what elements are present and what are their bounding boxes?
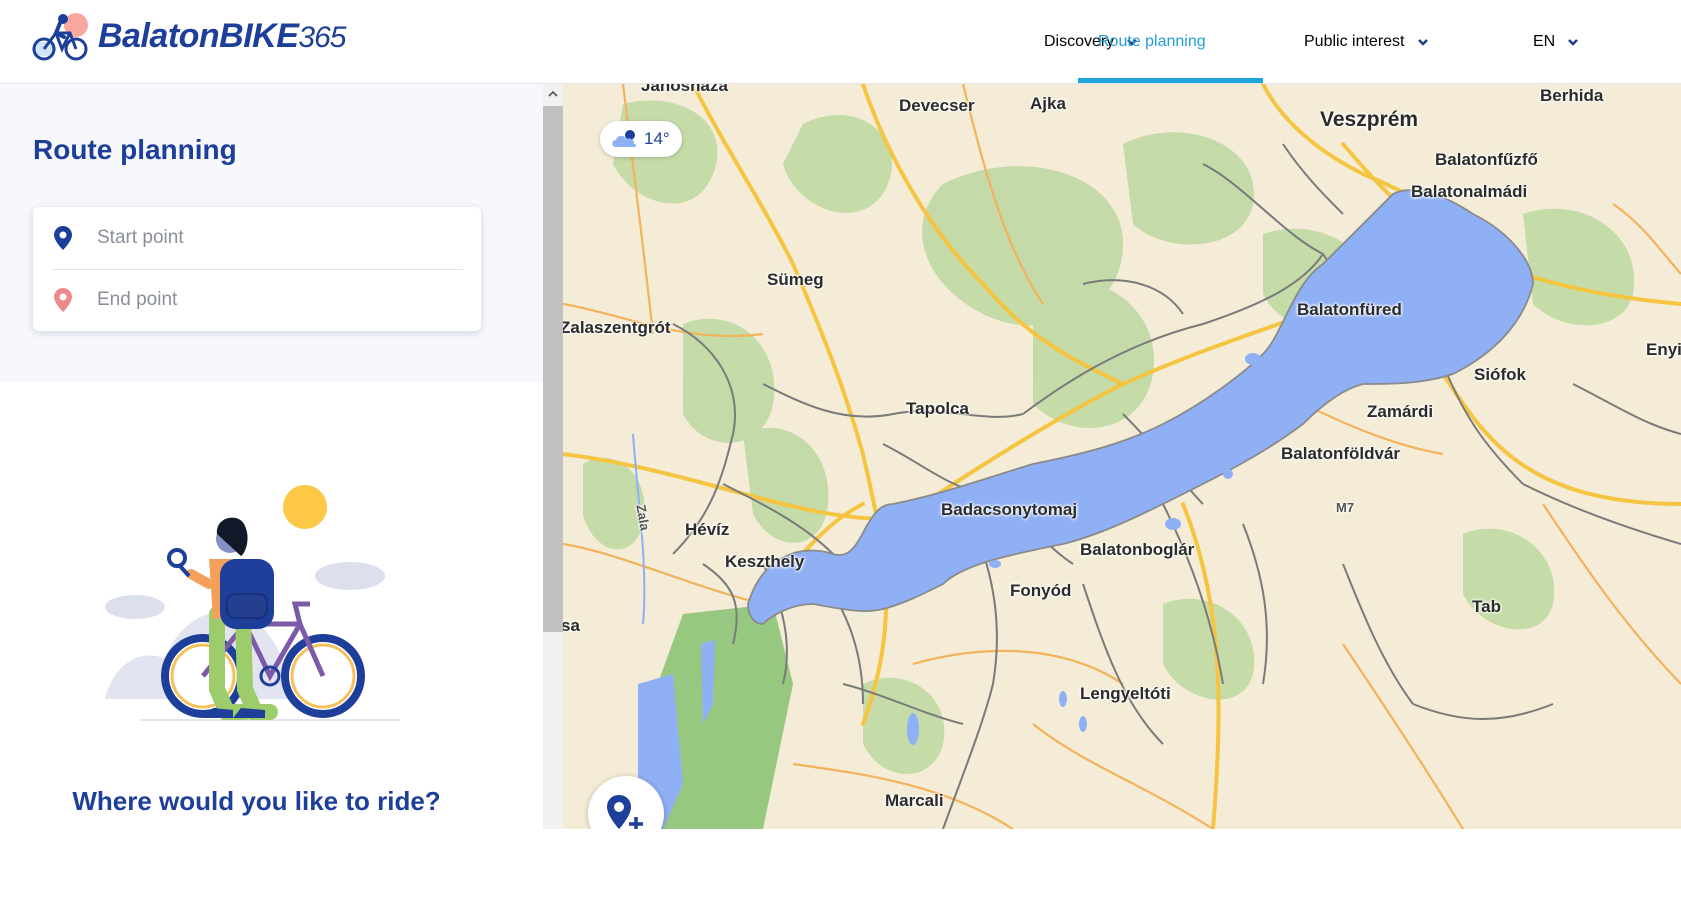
- map-label-heviz: Hévíz: [685, 520, 730, 539]
- nav-route-planning[interactable]: Route planning: [1098, 0, 1206, 84]
- map-label-veszprem: Veszprém: [1320, 108, 1419, 131]
- map-label-berhida: Berhida: [1540, 86, 1604, 105]
- route-sidebar: Route planning Start point End point Whe…: [0, 84, 543, 829]
- map-label-tab: Tab: [1472, 597, 1501, 616]
- map-view[interactable]: Jánosháza Devecser Ajka Veszprém Berhida…: [563, 84, 1681, 829]
- language-label: EN: [1533, 33, 1556, 50]
- map-label-marcali: Marcali: [885, 791, 944, 810]
- sidebar-scrollbar[interactable]: [543, 84, 563, 829]
- map-label-sa: sa: [563, 616, 580, 635]
- map-label-lengyeltoti: Lengyeltóti: [1080, 684, 1171, 703]
- weather-temperature: 14°: [644, 129, 670, 148]
- map-label-balatonfured: Balatonfüred: [1297, 300, 1402, 319]
- map-label-balatonalmadi: Balatonalmádi: [1411, 182, 1528, 201]
- add-location-icon: [607, 795, 643, 829]
- cyclist-logo-icon: [32, 13, 88, 61]
- language-selector[interactable]: EN: [1533, 0, 1579, 84]
- weather-widget[interactable]: 14°: [600, 121, 682, 157]
- map-label-fonyod: Fonyód: [1010, 581, 1072, 600]
- map-label-zamardi: Zamárdi: [1367, 402, 1434, 421]
- nav-route-planning-label: Route planning: [1098, 33, 1206, 50]
- scrollbar-thumb[interactable]: [543, 106, 563, 632]
- map-label-balatonboglar: Balatonboglár: [1080, 540, 1195, 559]
- end-point-row: [33, 269, 481, 331]
- chevron-down-icon: [1568, 39, 1579, 46]
- map-label-keszthely: Keszthely: [725, 552, 805, 571]
- map-label-zalaszentgrot: Zalaszentgrót: [563, 318, 671, 337]
- map-label-balatonfuzfo: Balatonfűzfő: [1435, 150, 1538, 169]
- map-label-m7: M7: [1336, 500, 1355, 515]
- map-label-siofok: Siófok: [1474, 365, 1526, 384]
- map-label-janoshaza: Jánosháza: [641, 84, 728, 95]
- cyclist-illustration: [105, 464, 405, 729]
- map-label-devecser: Devecser: [899, 96, 975, 115]
- active-tab-indicator: [1078, 78, 1263, 83]
- nav-public-interest[interactable]: Public interest: [1304, 0, 1429, 84]
- start-point-input[interactable]: [97, 227, 427, 249]
- map-label-enyi: Enyi: [1646, 340, 1681, 359]
- cloud-icon: [612, 130, 637, 147]
- map-label-sumeg: Sümeg: [767, 270, 824, 289]
- end-point-input[interactable]: [97, 289, 427, 311]
- logo-number: 365: [298, 20, 346, 54]
- logo-word: BalatonBIKE: [98, 16, 299, 55]
- start-pin-icon: [43, 226, 83, 250]
- map-label-tapolca: Tapolca: [906, 399, 969, 418]
- scroll-up-arrow[interactable]: [543, 84, 563, 104]
- route-inputs-card: [33, 207, 481, 331]
- ride-prompt: Where would you like to ride?: [72, 786, 441, 816]
- map-label-balatonfoldvar: Balatonföldvár: [1281, 444, 1401, 463]
- chevron-down-icon: [1417, 39, 1428, 46]
- page-title: Route planning: [33, 134, 237, 165]
- end-pin-icon: [43, 288, 83, 312]
- logo-text: BalatonBIKE365: [98, 16, 346, 56]
- route-form-panel: Route planning: [0, 84, 543, 382]
- logo[interactable]: BalatonBIKE365: [30, 8, 346, 64]
- map-label-badacsonytomaj: Badacsonytomaj: [941, 500, 1078, 519]
- map-label-ajka: Ajka: [1030, 94, 1066, 113]
- nav-public-interest-label: Public interest: [1304, 33, 1405, 50]
- top-header: BalatonBIKE365 Discovery Route planning …: [0, 0, 1681, 84]
- start-point-row: [33, 207, 481, 269]
